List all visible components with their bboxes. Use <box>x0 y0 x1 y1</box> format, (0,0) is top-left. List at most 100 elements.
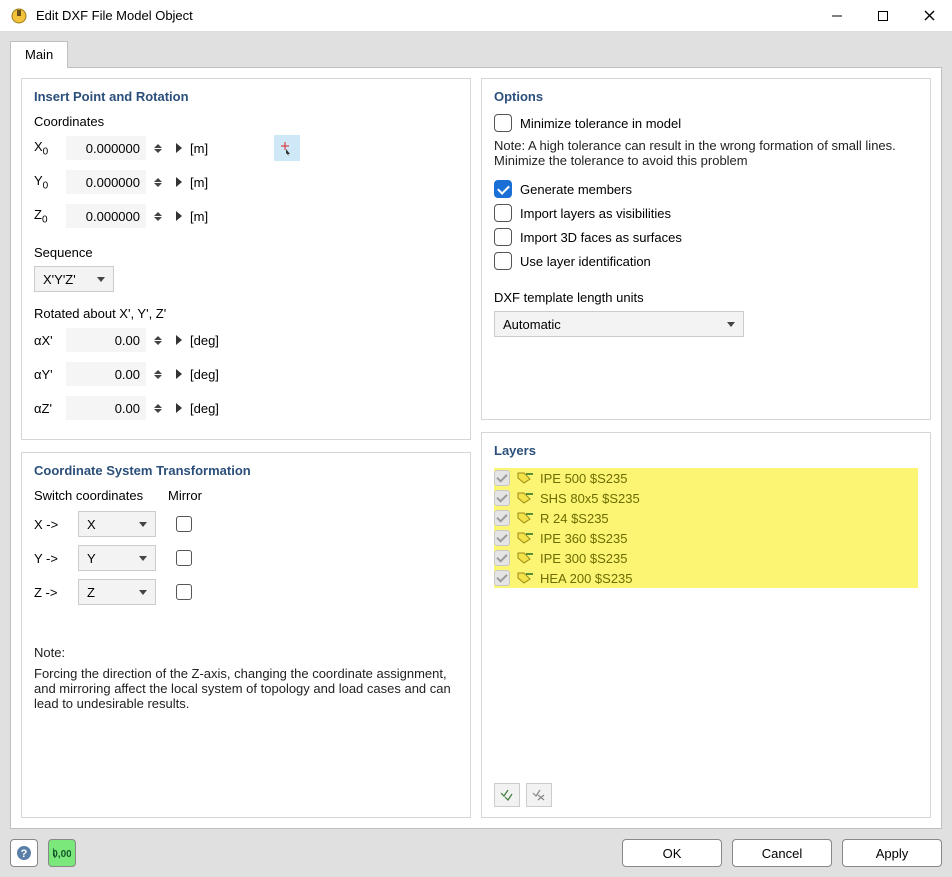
mirror-y-checkbox[interactable] <box>176 550 192 566</box>
minimize-tolerance-label: Minimize tolerance in model <box>520 116 681 131</box>
cancel-button[interactable]: Cancel <box>732 839 832 867</box>
az-stepper[interactable] <box>154 396 168 420</box>
options-title: Options <box>494 89 918 104</box>
generate-members-checkbox[interactable] <box>494 180 512 198</box>
x-switch-select[interactable]: X <box>78 511 156 537</box>
apply-button[interactable]: Apply <box>842 839 942 867</box>
y-switch-select[interactable]: Y <box>78 545 156 571</box>
z0-play-icon[interactable] <box>176 211 182 221</box>
layer-label: R 24 $S235 <box>540 511 609 526</box>
ay-field[interactable] <box>66 362 146 386</box>
y-arrow-label: Y -> <box>34 551 78 566</box>
title-bar: Edit DXF File Model Object <box>0 0 952 32</box>
x-switch-value: X <box>87 517 96 532</box>
sequence-value: X'Y'Z' <box>43 272 76 287</box>
template-units-select[interactable]: Automatic <box>494 311 744 337</box>
layer-checkbox[interactable] <box>494 550 510 566</box>
use-layer-id-checkbox[interactable] <box>494 252 512 270</box>
ay-play-icon[interactable] <box>176 369 182 379</box>
z0-unit: [m] <box>190 209 208 224</box>
layer-row[interactable]: R 24 $S235 <box>494 508 918 528</box>
layer-label: IPE 500 $S235 <box>540 471 627 486</box>
deselect-all-layers-button[interactable] <box>526 783 552 807</box>
y0-field[interactable] <box>66 170 146 194</box>
layer-checkbox[interactable] <box>494 510 510 526</box>
transform-note-body: Forcing the direction of the Z-axis, cha… <box>34 666 458 711</box>
sequence-select[interactable]: X'Y'Z' <box>34 266 114 292</box>
mirror-x-checkbox[interactable] <box>176 516 192 532</box>
sequence-label: Sequence <box>34 245 458 260</box>
y0-unit: [m] <box>190 175 208 190</box>
close-button[interactable] <box>906 0 952 32</box>
layer-checkbox[interactable] <box>494 570 510 586</box>
maximize-button[interactable] <box>860 0 906 32</box>
import-3d-label: Import 3D faces as surfaces <box>520 230 682 245</box>
ax-unit: [deg] <box>190 333 219 348</box>
import-3d-checkbox[interactable] <box>494 228 512 246</box>
layer-checkbox[interactable] <box>494 490 510 506</box>
app-icon <box>10 7 28 25</box>
template-units-label: DXF template length units <box>494 290 918 305</box>
ok-button[interactable]: OK <box>622 839 722 867</box>
minimize-tolerance-checkbox[interactable] <box>494 114 512 132</box>
ay-label: αY' <box>34 367 58 382</box>
panel-insert: Insert Point and Rotation Coordinates X0… <box>21 78 471 440</box>
z-switch-select[interactable]: Z <box>78 579 156 605</box>
layer-label: IPE 360 $S235 <box>540 531 627 546</box>
x0-unit: [m] <box>190 141 208 156</box>
layers-list: IPE 500 $S235 SHS 80x5 $S235 R 24 $S235 <box>494 468 918 783</box>
select-all-layers-button[interactable] <box>494 783 520 807</box>
layer-row[interactable]: IPE 360 $S235 <box>494 528 918 548</box>
template-units-value: Automatic <box>503 317 561 332</box>
ax-field[interactable] <box>66 328 146 352</box>
layer-label: IPE 300 $S235 <box>540 551 627 566</box>
switch-coords-label: Switch coordinates <box>34 488 168 503</box>
panel-options: Options Minimize tolerance in model Note… <box>481 78 931 420</box>
az-field[interactable] <box>66 396 146 420</box>
rotated-label: Rotated about X', Y', Z' <box>34 306 458 321</box>
layer-row[interactable]: SHS 80x5 $S235 <box>494 488 918 508</box>
layer-checkbox[interactable] <box>494 470 510 486</box>
window-title: Edit DXF File Model Object <box>36 8 193 23</box>
layer-icon <box>516 531 534 545</box>
units-button[interactable]: 0,00 <box>48 839 76 867</box>
z-switch-value: Z <box>87 585 95 600</box>
x0-stepper[interactable] <box>154 136 168 160</box>
x0-field[interactable] <box>66 136 146 160</box>
tab-main[interactable]: Main <box>10 41 68 68</box>
import-layers-checkbox[interactable] <box>494 204 512 222</box>
help-button[interactable]: ? <box>10 839 38 867</box>
mirror-label: Mirror <box>168 488 288 503</box>
z0-stepper[interactable] <box>154 204 168 228</box>
layer-row[interactable]: IPE 500 $S235 <box>494 468 918 488</box>
layer-icon <box>516 551 534 565</box>
pick-point-button[interactable] <box>274 135 300 161</box>
layer-icon <box>516 491 534 505</box>
az-unit: [deg] <box>190 401 219 416</box>
window-controls <box>814 0 952 32</box>
z0-label: Z0 <box>34 207 58 226</box>
az-play-icon[interactable] <box>176 403 182 413</box>
layer-icon <box>516 471 534 485</box>
transform-title: Coordinate System Transformation <box>34 463 458 478</box>
layers-title: Layers <box>494 443 918 458</box>
y0-play-icon[interactable] <box>176 177 182 187</box>
az-label: αZ' <box>34 401 58 416</box>
mirror-z-checkbox[interactable] <box>176 584 192 600</box>
layer-checkbox[interactable] <box>494 530 510 546</box>
ax-stepper[interactable] <box>154 328 168 352</box>
y0-stepper[interactable] <box>154 170 168 194</box>
layer-label: SHS 80x5 $S235 <box>540 491 640 506</box>
layer-icon <box>516 571 534 585</box>
minimize-button[interactable] <box>814 0 860 32</box>
layer-icon <box>516 511 534 525</box>
x-arrow-label: X -> <box>34 517 78 532</box>
layer-row[interactable]: HEA 200 $S235 <box>494 568 918 588</box>
x0-play-icon[interactable] <box>176 143 182 153</box>
ax-play-icon[interactable] <box>176 335 182 345</box>
ay-stepper[interactable] <box>154 362 168 386</box>
z0-field[interactable] <box>66 204 146 228</box>
tab-strip: Main <box>10 40 942 67</box>
layer-row[interactable]: IPE 300 $S235 <box>494 548 918 568</box>
import-layers-label: Import layers as visibilities <box>520 206 671 221</box>
